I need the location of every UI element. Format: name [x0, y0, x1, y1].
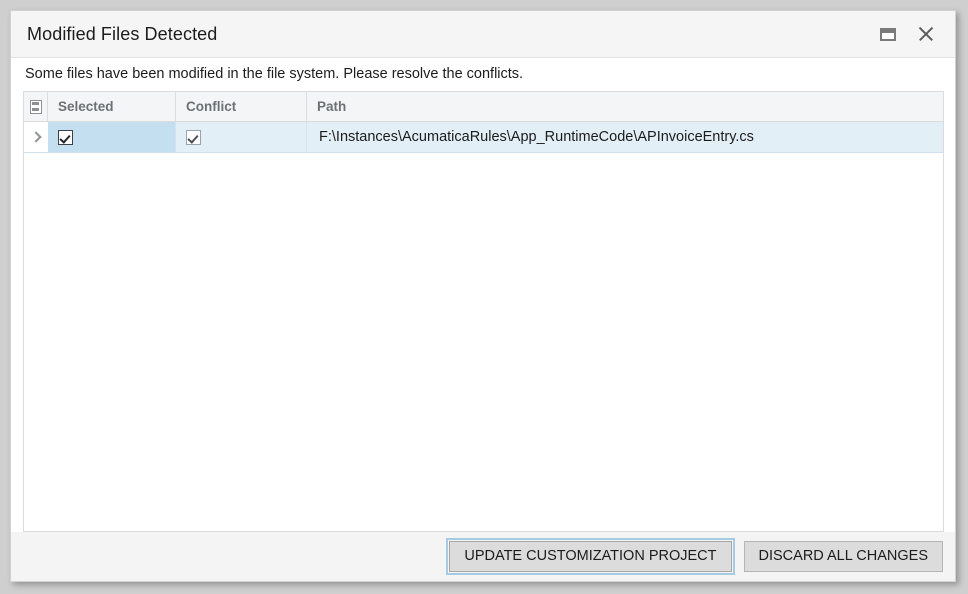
modified-files-dialog: Modified Files Detected Some files have … — [10, 10, 956, 582]
cell-conflict[interactable] — [176, 122, 307, 152]
chevron-right-icon — [30, 131, 42, 143]
close-icon — [916, 24, 936, 44]
update-customization-project-button[interactable]: UPDATE CUSTOMIZATION PROJECT — [446, 537, 735, 576]
dialog-titlebar: Modified Files Detected — [11, 11, 955, 58]
discard-all-changes-button[interactable]: DISCARD ALL CHANGES — [743, 540, 943, 573]
column-header-selected[interactable]: Selected — [48, 92, 176, 121]
column-header-conflict[interactable]: Conflict — [176, 92, 307, 121]
cell-selected[interactable] — [48, 122, 176, 152]
table-row[interactable]: F:\Instances\AcumaticaRules\App_RuntimeC… — [24, 122, 943, 153]
dialog-footer: UPDATE CUSTOMIZATION PROJECT DISCARD ALL… — [11, 532, 955, 581]
dialog-title: Modified Files Detected — [27, 23, 218, 44]
restore-button[interactable] — [876, 22, 900, 46]
grid-header-row: Selected Conflict Path — [24, 92, 943, 122]
conflict-checkbox[interactable] — [186, 129, 201, 145]
close-button[interactable] — [914, 22, 938, 46]
selected-checkbox[interactable] — [58, 129, 73, 145]
conflicts-grid: Selected Conflict Path F:\Instances\Acum… — [23, 91, 944, 532]
dialog-body: Some files have been modified in the fil… — [11, 58, 955, 532]
grid-body: F:\Instances\AcumaticaRules\App_RuntimeC… — [24, 122, 943, 531]
row-expand-toggle[interactable] — [24, 122, 48, 152]
grid-settings-icon — [29, 99, 42, 114]
grid-settings-button[interactable] — [24, 92, 48, 121]
column-header-path[interactable]: Path — [307, 92, 943, 121]
restore-icon — [880, 27, 896, 41]
cell-path[interactable]: F:\Instances\AcumaticaRules\App_RuntimeC… — [307, 122, 943, 152]
window-controls — [876, 22, 938, 46]
dialog-description: Some files have been modified in the fil… — [11, 58, 955, 91]
